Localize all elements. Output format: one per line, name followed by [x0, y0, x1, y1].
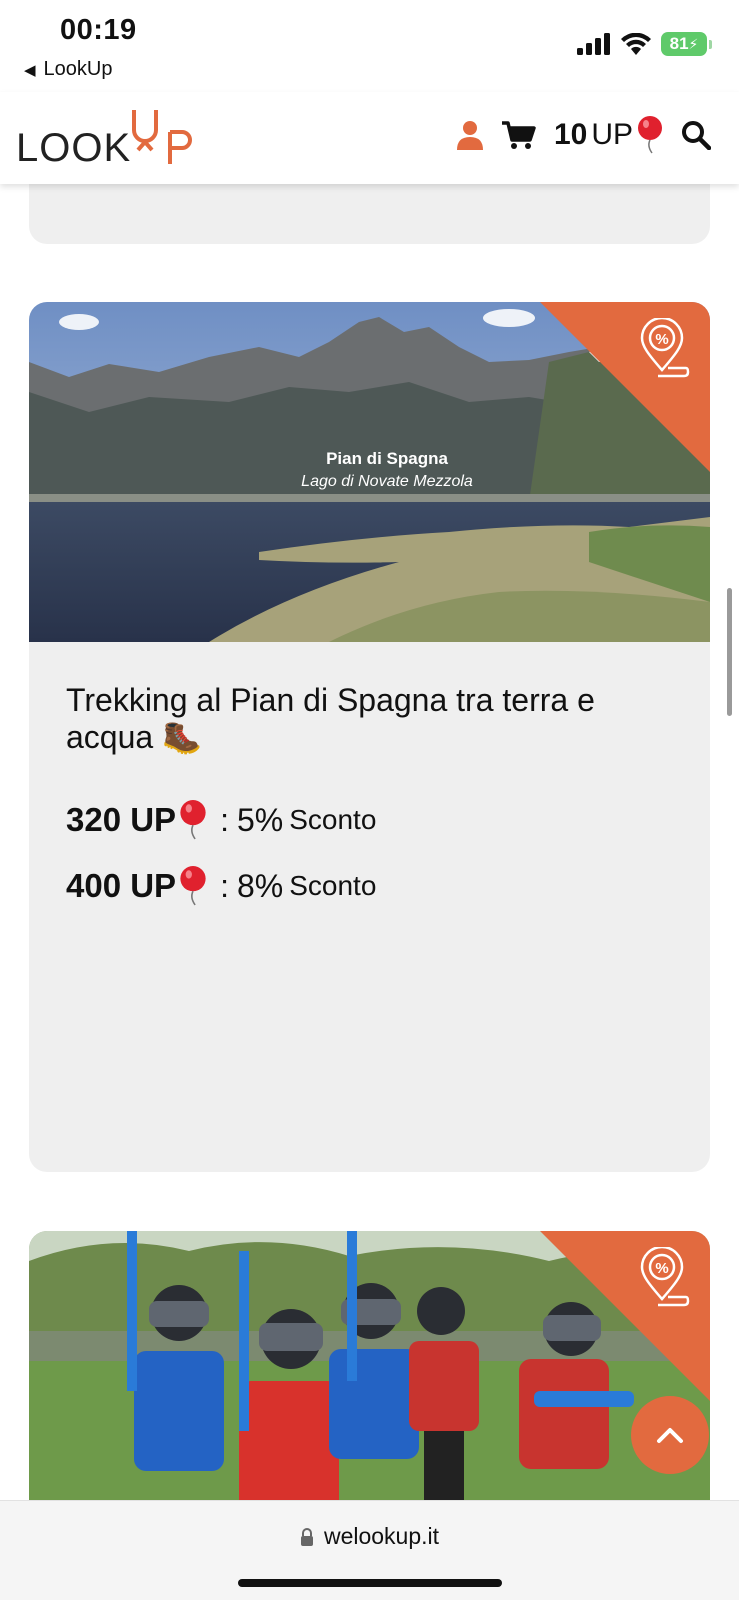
balloon-icon [180, 866, 206, 906]
cart-icon[interactable] [501, 120, 536, 150]
logo-up-mark [132, 110, 192, 164]
back-app-label: LookUp [43, 58, 113, 80]
price-amount: 400 UP [66, 867, 177, 904]
price-tier: 400 UP : 8% Sconto [66, 866, 376, 906]
back-to-app-button[interactable]: ◀ LookUp [24, 58, 112, 81]
price-tier: 320 UP : 5% Sconto [66, 800, 376, 840]
image-caption-title: Pian di Spagna [326, 449, 448, 468]
discount-label: Sconto [289, 870, 377, 901]
offer-card[interactable]: Pian di Spagna Lago di Novate Mezzola % … [29, 302, 710, 1172]
site-header: LOOK 10 UP [0, 92, 739, 184]
up-balance[interactable]: 10 UP [554, 116, 663, 154]
lock-icon [300, 1527, 313, 1546]
discount-location-icon: % [640, 318, 690, 378]
scroll-to-top-button[interactable] [631, 1396, 709, 1474]
logo-text: LOOK [16, 126, 132, 170]
discount-percent: 8% [236, 867, 284, 904]
offer-image: Pian di Spagna Lago di Novate Mezzola % [29, 302, 710, 642]
user-icon[interactable] [456, 120, 484, 150]
address-bar[interactable]: welookup.it [0, 1523, 739, 1550]
offer-title: Trekking al Pian di Spagna tra terra e a… [66, 682, 595, 755]
status-bar: 00:19 ◀ LookUp 81 ⚡ [0, 0, 739, 92]
battery-icon: 81 ⚡ [661, 32, 712, 56]
browser-bottom-bar: welookup.it [0, 1500, 739, 1600]
status-icons: 81 ⚡ [577, 32, 712, 56]
home-indicator[interactable] [238, 1579, 502, 1587]
svg-text:%: % [655, 331, 668, 348]
battery-level: 81 [669, 34, 689, 53]
image-caption-subtitle: Lago di Novate Mezzola [301, 473, 473, 490]
wifi-icon [621, 33, 651, 55]
screen: 00:19 ◀ LookUp 81 ⚡ LOOK 10 UP Pian di S… [0, 0, 739, 1600]
up-amount: 10 [553, 118, 588, 151]
lookup-logo[interactable]: LOOK [16, 106, 196, 170]
header-actions: 10 UP [456, 116, 711, 154]
svg-text:%: % [655, 1260, 668, 1277]
discount-label: Sconto [289, 804, 377, 835]
balloon-icon [180, 800, 206, 840]
discount-location-icon: % [640, 1247, 690, 1307]
discount-percent: 5% [236, 801, 284, 838]
url-text: welookup.it [323, 1523, 440, 1549]
price-amount: 320 UP [66, 801, 177, 838]
price-separator: : [220, 801, 229, 838]
offers-list: Pian di Spagna Lago di Novate Mezzola % … [0, 184, 739, 1500]
up-unit: UP [591, 118, 633, 151]
price-separator: : [220, 867, 229, 904]
chevron-up-icon [657, 1428, 683, 1443]
search-icon[interactable] [681, 120, 711, 150]
balloon-icon [638, 116, 662, 154]
signal-icon [577, 33, 610, 55]
status-time: 00:19 [60, 14, 137, 46]
offer-image: % [29, 1231, 710, 1500]
offer-card-previous[interactable] [29, 184, 710, 244]
page-scrollbar[interactable] [727, 588, 732, 716]
offer-card[interactable]: % [29, 1231, 710, 1500]
back-triangle-icon: ◀ [24, 61, 36, 79]
